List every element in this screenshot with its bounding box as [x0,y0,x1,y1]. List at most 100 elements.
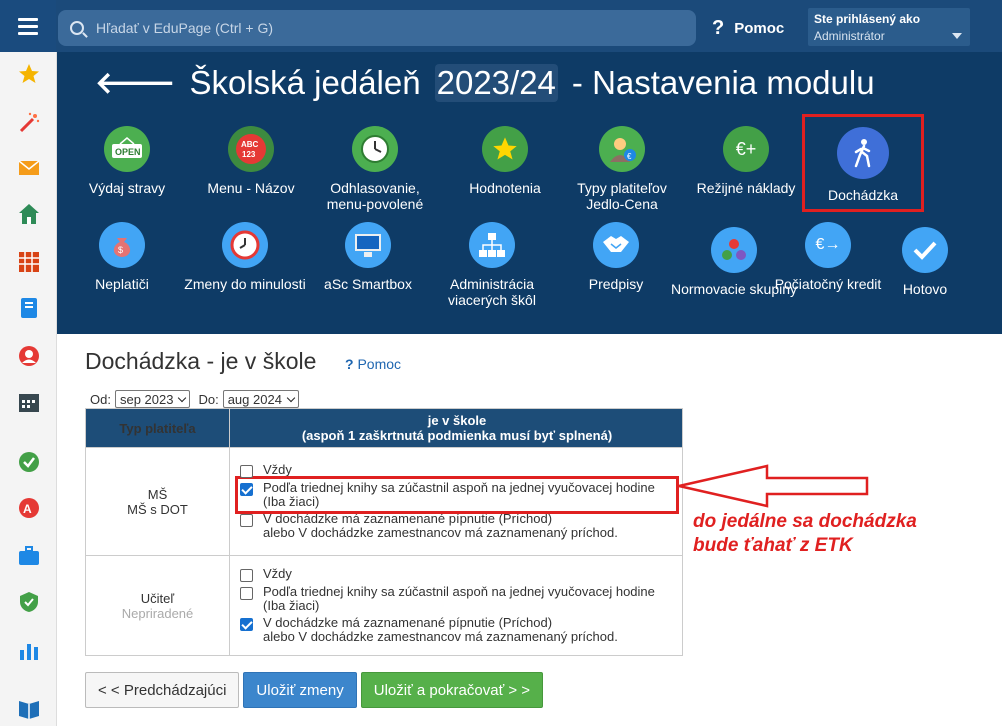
date-filters: Od: sep 2023 Do: aug 2024 [90,390,307,408]
option-label: V dochádzke má zaznamenané pípnutie (Prí… [263,511,553,526]
option-row[interactable]: Podľa triednej knihy sa zúčastnil aspoň … [240,585,674,613]
svg-text:$: $ [118,245,123,255]
tile-odhlasovanie[interactable]: Odhlasovanie, menu-povolené [310,126,440,212]
dots-icon [711,227,757,273]
search-icon [70,21,84,35]
tile-administracia-skol[interactable]: Administrácia viacerých škôl [427,222,557,308]
option-label-sub: alebo V dochádzke zamestnancov má zaznam… [263,525,618,540]
user-menu[interactable]: Ste prihlásený ako Administrátor [808,8,970,46]
previous-button[interactable]: < < Predchádzajúci [85,672,240,708]
bar-chart-icon[interactable] [17,638,41,662]
option-row[interactable]: V dochádzke má zaznamenané pípnutie (Prí… [240,616,674,644]
tile-label: Hotovo [902,281,948,297]
tile-label: aSc Smartbox [324,276,412,292]
tile-rezijne-naklady[interactable]: €+ Režijné náklady [681,126,811,196]
save-and-continue-button[interactable]: Uložiť a pokračovať > > [360,672,544,708]
option-label-sub: (Iba žiaci) [263,598,320,613]
notebook-icon[interactable] [17,296,41,320]
tile-label: Typy platiteľov Jedlo-Cena [577,180,667,212]
option-label-sub: alebo V dochádzke zamestnancov má zaznam… [263,629,618,644]
main-content: Dochádzka - je v škole ? Pomoc Od: sep 2… [57,334,1002,726]
annotation-text: do jedálne sa dochádzka bude ťahať z ETK [693,510,917,558]
hamburger-menu-icon[interactable] [0,0,56,52]
euro-arrow-icon: €→ [805,222,851,268]
option-row[interactable]: Vždy [240,567,674,582]
history-clock-icon [222,222,268,268]
module-header: 🡐 Školská jedáleň 2023/24 - Nastavenia m… [57,52,1002,334]
check-circle-icon[interactable] [17,450,41,474]
search-box[interactable] [58,10,696,46]
annotation-arrow-icon [678,464,869,508]
help-link[interactable]: ? Pomoc [712,17,784,40]
annotation-line2: bude ťahať z ETK [693,535,853,556]
search-input[interactable] [96,20,656,36]
save-button[interactable]: Uložiť zmeny [243,672,357,708]
option-row[interactable]: V dochádzke má zaznamenané pípnutie (Prí… [240,512,674,540]
timetable-icon[interactable] [17,250,41,274]
option-label: Vždy [263,566,292,581]
section-heading: Dochádzka - je v škole [85,348,317,374]
chevron-down-icon [178,393,187,402]
tile-hotovo[interactable]: Hotovo [860,227,990,297]
calendar-icon[interactable] [17,390,41,414]
shield-icon[interactable] [17,590,41,614]
tile-hodnotenia[interactable]: Hodnotenia [440,126,570,196]
briefcase-icon[interactable] [17,544,41,568]
walking-icon [837,127,889,179]
grade-icon[interactable]: A [17,496,41,520]
tile-typy-platitelov[interactable]: € Typy platiteľov Jedlo-Cena [557,126,687,212]
checkbox[interactable] [240,465,253,478]
checkbox[interactable] [240,587,253,600]
table-row: MŠ MŠ s DOT Vždy Podľa triednej knihy sa… [85,447,683,556]
tile-neplatici[interactable]: $ Neplatiči [57,222,187,292]
tile-zmeny-do-minulosti[interactable]: Zmeny do minulosti [180,222,310,292]
option-label: V dochádzke má zaznamenané pípnutie (Prí… [263,615,553,630]
option-row-highlighted[interactable]: Podľa triednej knihy sa zúčastnil aspoň … [235,476,679,514]
option-label: Podľa triednej knihy sa zúčastnil aspoň … [263,480,655,495]
svg-text:A: A [23,502,32,516]
col-header-payer-type: Typ platiteľa [85,408,230,448]
back-arrow-icon[interactable]: 🡐 [95,65,175,101]
tile-dochadzka[interactable]: Dochádzka [802,114,924,212]
moneybag-icon: $ [99,222,145,268]
checkbox[interactable] [240,569,253,582]
to-select[interactable]: aug 2024 [222,390,299,408]
question-icon: ? [345,356,354,372]
option-label: Podľa triednej knihy sa zúčastnil aspoň … [263,584,655,599]
checkbox-checked[interactable] [240,483,253,496]
section-help-link[interactable]: ? Pomoc [345,356,401,372]
check-icon [902,227,948,273]
tile-vydaj-stravy[interactable]: OPEN Výdaj stravy [62,126,192,196]
title-prefix: Školská jedáleň [189,64,421,101]
tile-label: Neplatiči [95,276,149,292]
svg-text:123: 123 [242,150,256,159]
tile-label: Administrácia viacerých škôl [448,276,536,308]
checkbox-checked[interactable] [240,618,253,631]
clock-icon [352,126,398,172]
magic-wand-icon[interactable] [17,110,41,134]
open-sign-icon: OPEN [104,126,150,172]
attendance-table: Typ platiteľa je v škole (aspoň 1 zaškrt… [85,408,683,656]
from-label: Od: [90,391,111,407]
option-row[interactable]: Vždy [240,463,674,478]
page-title: 🡐 Školská jedáleň 2023/24 - Nastavenia m… [95,64,875,102]
table-row: Učiteľ Nepriradené Vždy Podľa triednej k… [85,555,683,656]
monitor-icon [345,222,391,268]
person-icon[interactable] [17,344,41,368]
payer-type: MŠ [147,486,168,502]
home-icon[interactable] [17,202,41,226]
from-select[interactable]: sep 2023 [114,390,191,408]
tile-asc-smartbox[interactable]: aSc Smartbox [303,222,433,292]
mail-icon[interactable] [17,156,41,180]
hierarchy-icon [469,222,515,268]
title-suffix: - Nastavenia modulu [571,64,875,101]
checkbox[interactable] [240,514,253,527]
option-label-sub: (Iba žiaci) [263,494,320,509]
tile-predpisy[interactable]: Predpisy [551,222,681,292]
star-icon[interactable] [17,62,41,86]
tile-label: Hodnotenia [469,180,541,196]
tile-menu-nazov[interactable]: ABC 123 Menu - Názov [186,126,316,196]
tile-label: Výdaj stravy [88,180,166,196]
question-icon: ? [712,17,725,39]
book-icon[interactable] [17,696,41,720]
